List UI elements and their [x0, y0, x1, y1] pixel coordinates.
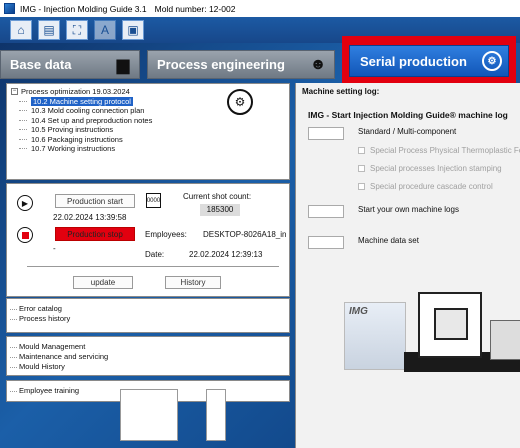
img-logo: IMG	[349, 306, 368, 317]
update-button[interactable]: update	[73, 276, 133, 289]
machine-log-heading: IMG - Start Injection Molding Guide® mac…	[308, 110, 508, 120]
production-panel: ▶ Production start 22.02.2024 13:39:58 P…	[6, 183, 290, 297]
option-checkbox-stamping[interactable]	[358, 165, 365, 172]
list-item-mould-history[interactable]: Mould History	[9, 362, 108, 372]
play-icon[interactable]: ▶	[17, 195, 33, 211]
production-stop-info: -	[53, 244, 56, 253]
shot-count-value: 185300	[200, 204, 240, 216]
tree-root[interactable]: − Process optimization 19.03.2024	[11, 87, 152, 97]
stop-icon[interactable]	[17, 227, 33, 243]
option-stamping-label: Special processes Injection stamping	[370, 164, 502, 173]
process-tree: − Process optimization 19.03.2024 10.2 M…	[11, 87, 152, 154]
standard-button[interactable]	[308, 127, 344, 140]
tree-item-proving[interactable]: 10.5 Proving instructions	[11, 125, 152, 135]
list-item-process-history[interactable]: Process history	[9, 314, 70, 324]
production-start-date: 22.02.2024 13:39:58	[53, 213, 127, 222]
catalog-panel: Error catalog Process history	[6, 298, 290, 333]
tree-item-machine-setting[interactable]: 10.2 Machine setting protocol	[11, 96, 152, 107]
option-cascade-label: Special procedure cascade control	[370, 182, 493, 191]
shot-count-label: Current shot count:	[183, 192, 252, 201]
production-stop-button[interactable]: Production stop	[55, 227, 135, 241]
option-checkbox-cascade[interactable]	[358, 183, 365, 190]
option-foam-label: Special Process Physical Thermoplastic F…	[370, 146, 520, 155]
collapse-icon[interactable]: −	[11, 88, 18, 96]
log-preview-box	[120, 389, 178, 441]
list-item-employee-training[interactable]: Employee training	[9, 386, 79, 396]
window-title: IMG - Injection Molding Guide 3.1	[20, 3, 147, 14]
machine-log-title: Machine setting log:	[302, 87, 380, 96]
tab-label: Serial production	[360, 53, 467, 69]
mold-number: Mold number: 12-002	[154, 3, 236, 14]
title-bar: IMG - Injection Molding Guide 3.1 Mold n…	[0, 0, 520, 17]
tab-base-data[interactable]: Base data ▆	[0, 50, 140, 79]
machine-icon-frame	[418, 292, 482, 358]
app-icon	[4, 3, 15, 14]
option-checkbox-foam[interactable]	[358, 147, 365, 154]
machine-log-pane: Machine setting log: IMG - Start Injecti…	[295, 83, 520, 448]
translate-icon[interactable]: A	[94, 20, 116, 40]
employee-label: Employees:	[145, 230, 187, 239]
machine-data-set-label: Machine data set	[358, 236, 419, 245]
home-icon[interactable]: ⌂	[10, 20, 32, 40]
network-icon[interactable]: ⛶	[66, 20, 88, 40]
tree-item-packaging[interactable]: 10.6 Packaging instructions	[11, 135, 152, 145]
tab-label: Base data	[10, 57, 72, 72]
folder-icon: ▆	[116, 57, 130, 74]
machine-data-set-button[interactable]	[308, 236, 344, 249]
employee-value: DESKTOP-8026A18_in	[203, 230, 287, 239]
log-preview-box-2	[206, 389, 226, 441]
img-logo-panel: IMG	[344, 302, 406, 370]
tab-serial-production[interactable]: Serial production ⚙	[349, 45, 509, 77]
list-item-error-catalog[interactable]: Error catalog	[9, 304, 70, 314]
list-item-mould-management[interactable]: Mould Management	[9, 342, 108, 352]
mould-panel: Mould Management Maintenance and servici…	[6, 336, 290, 376]
list-item-maintenance[interactable]: Maintenance and servicing	[9, 352, 108, 362]
machine-icon[interactable]: ▤	[38, 20, 60, 40]
controller-icon	[490, 320, 520, 360]
counter-icon: 0000	[146, 193, 161, 208]
gear-icon: ⚙	[482, 51, 502, 71]
date-label: Date:	[145, 250, 165, 259]
machine-illustration: IMG	[344, 290, 520, 390]
production-start-button[interactable]: Production start	[55, 194, 135, 208]
process-tree-panel: − Process optimization 19.03.2024 10.2 M…	[6, 83, 290, 180]
own-logs-label: Start your own machine logs	[358, 205, 459, 214]
mold-icon	[434, 308, 468, 340]
history-button[interactable]: History	[165, 276, 221, 289]
standard-label: Standard / Multi-component	[358, 127, 457, 136]
tree-item-working[interactable]: 10.7 Working instructions	[11, 144, 152, 154]
settings-gear-icon[interactable]: ⚙	[227, 89, 253, 115]
divider	[27, 266, 279, 267]
own-logs-button[interactable]	[308, 205, 344, 218]
tab-label: Process engineering	[157, 57, 285, 72]
tab-process-engineering[interactable]: Process engineering ☻	[147, 50, 335, 79]
engineer-icon: ☻	[309, 56, 327, 73]
image-icon[interactable]: ▣	[122, 20, 144, 40]
tree-item-setup-notes[interactable]: 10.4 Set up and preproduction notes	[11, 116, 152, 126]
tree-item-cooling-plan[interactable]: 10.3 Mold cooling connection plan	[11, 106, 152, 116]
date-value: 22.02.2024 12:39:13	[189, 250, 263, 259]
